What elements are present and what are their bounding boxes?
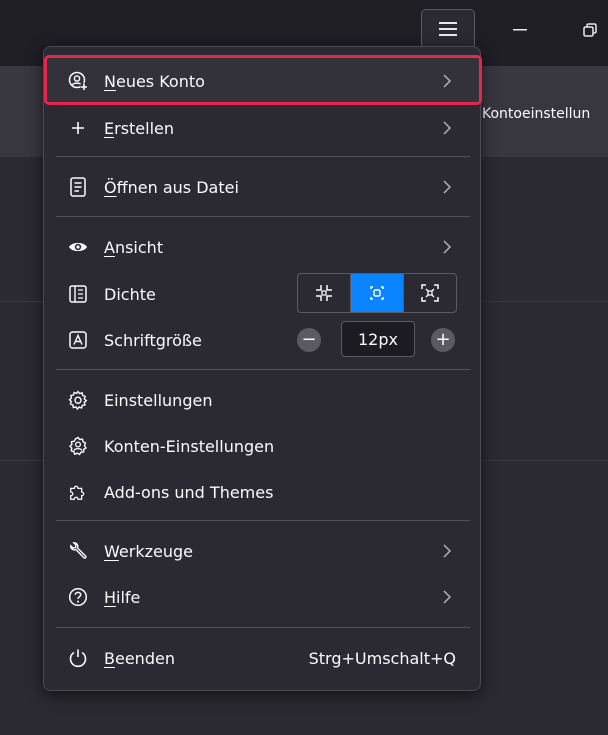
gear-icon (68, 390, 88, 410)
restore-icon (583, 23, 597, 37)
background-tab-label: Kontoeinstellun (482, 106, 591, 122)
chevron-right-icon (438, 178, 456, 196)
app-menu-button[interactable] (421, 9, 475, 49)
help-icon (68, 587, 88, 607)
font-size-increase-button[interactable]: + (431, 328, 455, 352)
menu-item-werkzeuge[interactable]: Werkzeuge (56, 530, 470, 572)
density-compact-button[interactable] (298, 274, 351, 312)
font-size-value[interactable]: 12px (341, 321, 415, 357)
menu-separator (56, 627, 470, 628)
minimize-button[interactable] (498, 8, 542, 52)
menu-item-oeffnen-aus-datei[interactable]: Öffnen aus Datei (56, 166, 470, 208)
wrench-icon (68, 541, 88, 561)
mnemonic-a: A (104, 237, 115, 257)
menu-separator (56, 520, 470, 521)
highlight-annotation-box (44, 55, 482, 105)
menu-item-label: Schriftgröße (104, 330, 202, 350)
font-size-decrease-button[interactable]: − (297, 328, 321, 352)
restore-button[interactable] (570, 8, 608, 52)
puzzle-icon (68, 482, 88, 502)
menu-item-einstellungen[interactable]: Einstellungen (56, 379, 470, 421)
chevron-right-icon (438, 119, 456, 137)
power-icon (68, 648, 88, 668)
menu-item-label: eenden (114, 648, 175, 668)
file-icon (68, 177, 88, 197)
density-touch-button[interactable] (404, 274, 456, 312)
mnemonic-oe: Ö (104, 177, 117, 197)
mnemonic-h: H (104, 587, 117, 607)
touch-density-icon (421, 284, 439, 302)
hamburger-icon (439, 22, 457, 36)
keyboard-shortcut: Strg+Umschalt+Q (308, 648, 456, 668)
menu-item-label: Konten-Einstellungen (104, 436, 275, 456)
plus-icon (68, 118, 88, 138)
minimize-icon (513, 29, 527, 31)
menu-item-label: ilfe (116, 587, 141, 607)
density-normal-button[interactable] (351, 274, 404, 312)
eye-icon (68, 237, 88, 257)
app-menu-panel: Neues Konto Erstellen Öffnen aus Datei A… (43, 46, 481, 691)
menu-item-label: ffnen aus Datei (116, 177, 239, 197)
mnemonic-b: B (104, 648, 115, 668)
chevron-right-icon (438, 238, 456, 256)
compact-density-icon (316, 285, 332, 301)
plus-icon: + (435, 329, 451, 350)
density-icon (68, 284, 88, 304)
menu-item-konten-einstellungen[interactable]: Konten-Einstellungen (56, 425, 470, 467)
chevron-right-icon (438, 542, 456, 560)
account-settings-icon (68, 436, 88, 456)
menu-separator (56, 156, 470, 157)
menu-item-addons-und-themes[interactable]: Add-ons und Themes (56, 471, 470, 513)
mnemonic-e: E (104, 118, 115, 138)
normal-density-icon (370, 286, 384, 300)
menu-item-beenden[interactable]: Beenden Strg+Umschalt+Q (56, 637, 470, 679)
menu-separator (56, 216, 470, 217)
menu-item-erstellen[interactable]: Erstellen (56, 107, 470, 149)
menu-separator (56, 369, 470, 370)
menu-item-label: Einstellungen (104, 390, 213, 410)
chevron-right-icon (438, 588, 456, 606)
menu-item-label: nsicht (114, 237, 164, 257)
menu-item-label: erkzeuge (118, 541, 193, 561)
screen: Kontoeinstellun Neues Konto Erstellen Öf… (0, 0, 608, 735)
mnemonic-w: W (104, 541, 119, 561)
menu-item-hilfe[interactable]: Hilfe (56, 576, 470, 618)
menu-item-ansicht[interactable]: Ansicht (56, 226, 470, 268)
minus-icon: − (301, 329, 317, 350)
density-toggle-group (297, 273, 457, 313)
menu-item-label: Add-ons und Themes (104, 482, 274, 502)
font-size-icon (68, 330, 88, 350)
menu-item-label: rstellen (114, 118, 175, 138)
